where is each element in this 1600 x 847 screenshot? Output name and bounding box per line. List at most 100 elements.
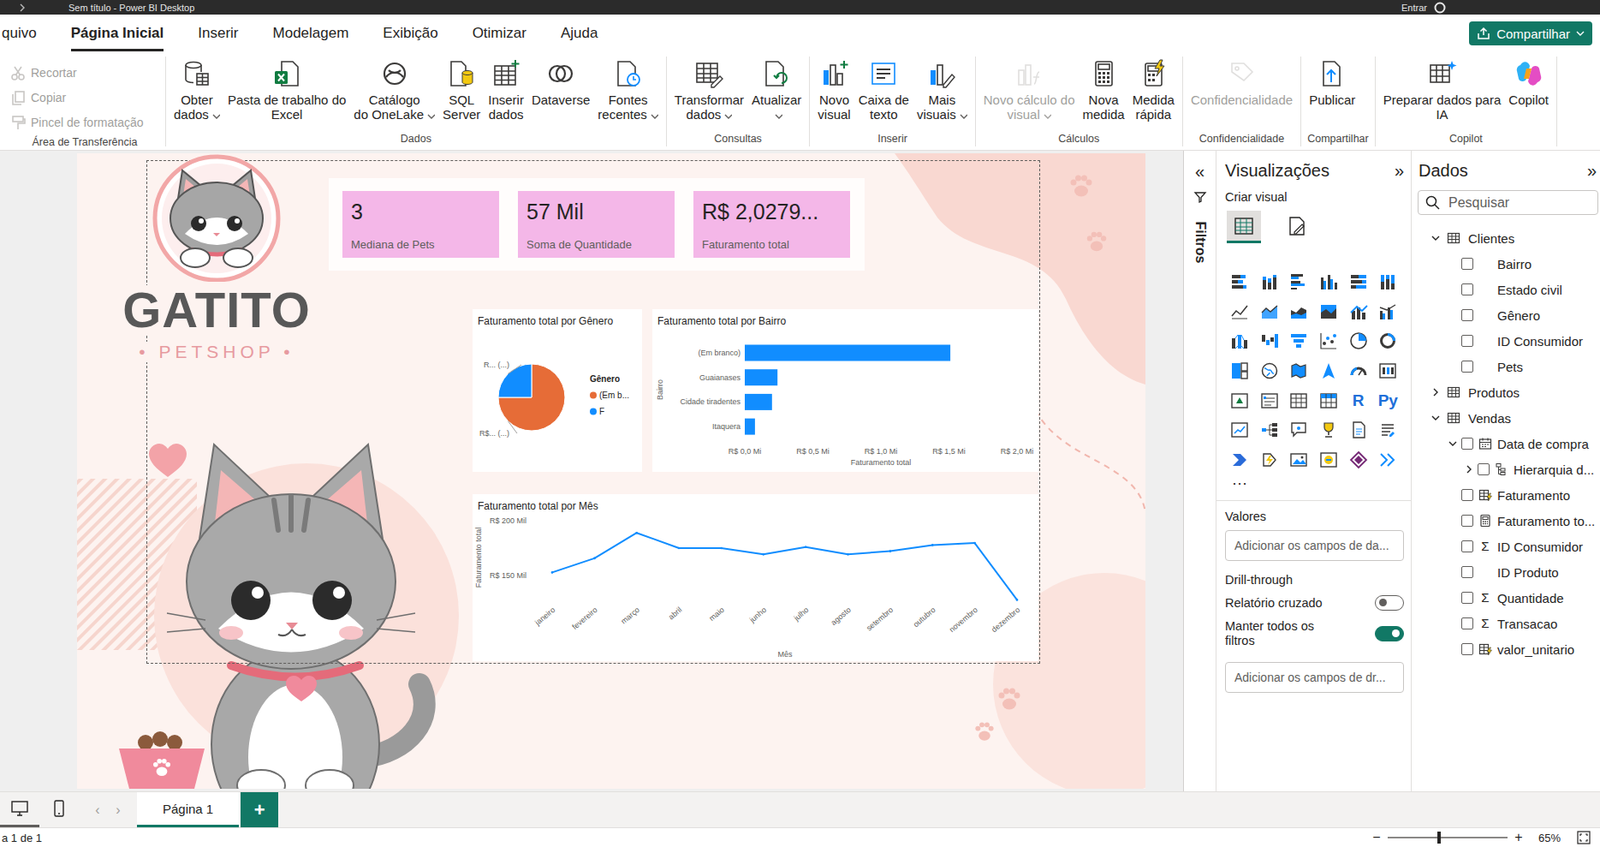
values-well[interactable]: Adicionar os campos de da...: [1225, 529, 1404, 561]
table-item[interactable]: Produtos: [1418, 379, 1597, 405]
button-label[interactable]: SQL: [448, 92, 475, 108]
kpi-card[interactable]: R$ 2,0279...Faturamento total: [693, 190, 851, 258]
page-tab[interactable]: Página 1: [136, 791, 239, 827]
filters-label[interactable]: Filtros: [1192, 221, 1208, 264]
visual-type[interactable]: [1225, 326, 1256, 357]
toggle-switch[interactable]: [1374, 625, 1404, 642]
field-name[interactable]: ID Consumidor: [1497, 333, 1583, 349]
expand-button[interactable]: «: [1195, 160, 1205, 182]
button-label[interactable]: Preparar dados para: [1383, 92, 1502, 108]
visual-type[interactable]: [1343, 326, 1374, 357]
button-label[interactable]: Fontes: [608, 92, 649, 108]
bar-chart[interactable]: Faturamento total por Bairro(Em branco)G…: [652, 309, 1039, 472]
field-name[interactable]: Pets: [1497, 359, 1523, 375]
ribbon-tab[interactable]: Inserir: [197, 24, 238, 52]
button-label[interactable]: dados: [685, 107, 721, 122]
visual-type[interactable]: [1255, 326, 1285, 357]
button-label[interactable]: Nova: [1088, 92, 1119, 108]
search-input[interactable]: [1446, 194, 1591, 212]
field-item[interactable]: valor_unitario: [1418, 636, 1597, 662]
ribbon-button[interactable]: Recortar: [10, 59, 78, 85]
visual-type[interactable]: [1314, 356, 1345, 387]
visual-type[interactable]: [1314, 415, 1345, 446]
button-label[interactable]: Pasta de trabalho do: [227, 92, 346, 108]
ribbon-button[interactable]: Novo cálculo dovisual: [981, 58, 1077, 122]
visual-type[interactable]: [1255, 445, 1285, 476]
button-label[interactable]: Atualizar: [751, 92, 802, 108]
field-name[interactable]: Data de compra: [1497, 436, 1589, 452]
button-label[interactable]: Publicar: [1308, 92, 1356, 108]
button-label[interactable]: recentes: [597, 107, 648, 122]
ribbon-button[interactable]: Atualizar: [749, 58, 803, 122]
visual-type[interactable]: [1255, 267, 1285, 298]
field-item[interactable]: Hierarquia d...: [1418, 456, 1597, 482]
visual-type[interactable]: [1255, 415, 1285, 446]
ribbon-button[interactable]: Novovisual: [815, 58, 852, 122]
visual-type[interactable]: [1314, 267, 1345, 298]
ribbon-button[interactable]: Catálogodo OneLake: [351, 58, 437, 122]
field-item[interactable]: ΣID Consumidor: [1418, 533, 1597, 560]
page-nav-button[interactable]: ‹: [87, 791, 108, 827]
visual-type[interactable]: [1255, 297, 1285, 328]
ribbon-tab[interactable]: Página Inicial: [71, 24, 165, 52]
data-point[interactable]: [973, 541, 976, 545]
data-point[interactable]: [931, 543, 934, 547]
ribbon-button[interactable]: Novamedida: [1080, 58, 1126, 122]
share-label[interactable]: Compartilhar: [1496, 26, 1571, 42]
field-name[interactable]: Quantidade: [1497, 590, 1565, 606]
zoom-thumb[interactable]: [1437, 831, 1441, 844]
visual-type[interactable]: [1343, 297, 1374, 328]
button-label[interactable]: Novo cálculo do: [983, 92, 1076, 108]
page-nav-button[interactable]: ›: [107, 791, 129, 827]
button-label[interactable]: texto: [869, 107, 899, 122]
field-name[interactable]: Faturamento to...: [1497, 513, 1595, 529]
visual-type[interactable]: [1225, 445, 1256, 476]
visual-type[interactable]: [1225, 385, 1256, 416]
signin-link[interactable]: Entrar: [1401, 2, 1428, 13]
button-label[interactable]: Inserir: [487, 92, 524, 108]
data-point[interactable]: [678, 547, 681, 550]
visual-type[interactable]: [1284, 267, 1315, 298]
button-label[interactable]: medida: [1082, 107, 1125, 122]
button-label[interactable]: Confidencialidade: [1190, 92, 1293, 108]
data-point[interactable]: [1016, 598, 1019, 601]
field-checkbox[interactable]: [1461, 309, 1474, 322]
filters-pane[interactable]: « Filtros: [1183, 150, 1217, 792]
visual-type[interactable]: R: [1343, 385, 1374, 416]
drillthrough-well[interactable]: Adicionar os campos de dr...: [1225, 661, 1404, 693]
field-checkbox[interactable]: [1461, 283, 1474, 296]
field-item[interactable]: ID Consumidor: [1418, 327, 1597, 354]
table-item[interactable]: Vendas: [1418, 404, 1597, 431]
visual-type[interactable]: [1255, 385, 1285, 416]
button-label[interactable]: visual: [1006, 107, 1040, 122]
more-visuals-button[interactable]: ···: [1225, 474, 1404, 497]
ribbon-button[interactable]: Dataverse: [529, 58, 592, 108]
line-chart[interactable]: Faturamento total por MêsR$ 200 MilR$ 15…: [472, 493, 1039, 661]
field-name[interactable]: Estado civil: [1497, 282, 1563, 298]
field-checkbox[interactable]: [1461, 488, 1474, 501]
visual-type[interactable]: [1284, 415, 1315, 446]
button-label[interactable]: do OneLake: [353, 107, 424, 122]
field-checkbox[interactable]: [1461, 565, 1474, 578]
field-name[interactable]: Hierarquia d...: [1513, 462, 1595, 477]
visual-type[interactable]: [1373, 445, 1404, 476]
field-checkbox[interactable]: [1461, 591, 1474, 604]
field-checkbox[interactable]: [1461, 642, 1474, 655]
visual-type[interactable]: [1373, 297, 1404, 328]
ribbon-button[interactable]: Pincel de formatação: [10, 109, 144, 135]
field-checkbox[interactable]: [1461, 617, 1474, 630]
ribbon-button[interactable]: Obterdados: [172, 58, 222, 122]
field-item[interactable]: ID Produto: [1418, 559, 1597, 585]
collapse-button[interactable]: »: [1394, 160, 1404, 181]
ribbon-button[interactable]: Confidencialidade: [1189, 58, 1295, 108]
field-name[interactable]: Transacao: [1497, 616, 1558, 631]
bar[interactable]: [744, 393, 773, 411]
table-item[interactable]: Clientes: [1418, 225, 1597, 251]
ribbon-button[interactable]: Copiar: [10, 84, 66, 110]
visual-type[interactable]: [1225, 267, 1256, 298]
report-page[interactable]: GATITO• PETSHOP •3Mediana de Pets57 MilS…: [77, 153, 1146, 789]
build-tab[interactable]: [1226, 210, 1261, 244]
button-label[interactable]: Excel: [271, 107, 304, 122]
data-point[interactable]: [635, 531, 638, 535]
visual-type[interactable]: Py: [1373, 385, 1404, 416]
